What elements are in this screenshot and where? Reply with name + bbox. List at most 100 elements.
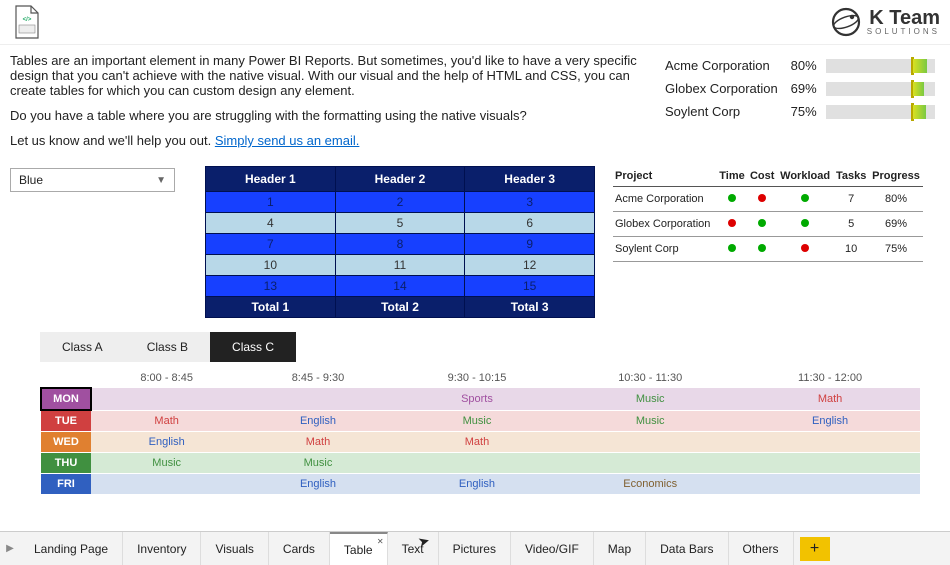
day-label: THU	[41, 453, 91, 474]
progress-bar-cell	[823, 101, 938, 122]
class-tab[interactable]: Class B	[125, 332, 210, 362]
schedule-cell: Sports	[394, 388, 561, 410]
page-tab[interactable]: Map	[594, 532, 646, 565]
project-table: ProjectTimeCostWorkloadTasksProgressAcme…	[613, 166, 923, 262]
table-cell: 8	[335, 234, 465, 255]
time-header: 11:30 - 12:00	[740, 368, 920, 388]
close-icon[interactable]: ✕	[377, 537, 384, 546]
page-tabs: ▶ Landing PageInventoryVisualsCardsTable…	[0, 531, 950, 565]
schedule-cell	[560, 432, 740, 453]
progress-bar	[826, 105, 935, 119]
schedule-row: THUMusicMusic	[41, 453, 920, 474]
page-tab[interactable]: Inventory	[123, 532, 201, 565]
schedule-cell	[91, 474, 242, 495]
proj-header: Project	[613, 166, 717, 187]
dropdown-value: Blue	[19, 173, 43, 187]
svg-text:</>: </>	[23, 17, 32, 23]
schedule-cell: Math	[91, 410, 242, 432]
table-cell: 15	[465, 276, 595, 297]
schedule-cell: Economics	[560, 474, 740, 495]
class-tab[interactable]: Class C	[210, 332, 296, 362]
progress-bar-cell	[823, 55, 938, 76]
status-dot	[758, 219, 766, 227]
table-cell: 9	[465, 234, 595, 255]
proj-header: Workload	[777, 166, 833, 187]
brand-sub: SOLUTIONS	[867, 28, 940, 36]
schedule-cell: English	[394, 474, 561, 495]
time-header: 8:00 - 8:45	[91, 368, 242, 388]
table-cell: 1	[206, 192, 336, 213]
table-cell: 14	[335, 276, 465, 297]
proj-header: Cost	[747, 166, 777, 187]
schedule-cell	[740, 453, 920, 474]
page-tab[interactable]: Video/GIF	[511, 532, 594, 565]
schedule-cell: English	[242, 410, 393, 432]
tabs-prev-icon[interactable]: ▶	[0, 543, 20, 554]
status-dot	[801, 244, 809, 252]
email-link[interactable]: Simply send us an email.	[215, 133, 360, 148]
project-row: Soylent Corp 1075%	[613, 237, 923, 262]
progress-table: Acme Corporation 80% Globex Corporation …	[660, 53, 940, 124]
page-tab[interactable]: Pictures	[439, 532, 511, 565]
progress-pct: 75%	[788, 101, 821, 122]
status-dot	[801, 194, 809, 202]
schedule-cell	[242, 388, 393, 410]
intro-p1: Tables are an important element in many …	[10, 53, 650, 98]
schedule-cell: Music	[560, 410, 740, 432]
proj-header: Time	[717, 166, 748, 187]
status-dot	[728, 244, 736, 252]
page-tab[interactable]: Others	[729, 532, 794, 565]
status-dot	[728, 219, 736, 227]
page-tab[interactable]: Visuals	[201, 532, 268, 565]
schedule-row: FRIEnglishEnglishEconomics	[41, 474, 920, 495]
page-tab[interactable]: Data Bars	[646, 532, 728, 565]
progress-bar	[826, 59, 935, 73]
schedule-cell	[740, 432, 920, 453]
schedule-row: TUEMathEnglishMusicMusicEnglish	[41, 410, 920, 432]
project-row: Acme Corporation 780%	[613, 187, 923, 212]
color-dropdown[interactable]: Blue ▼	[10, 168, 175, 192]
page-tab[interactable]: Text	[388, 532, 439, 565]
progress-name: Soylent Corp	[662, 101, 786, 122]
page-tab[interactable]: Landing Page	[20, 532, 123, 565]
time-header: 8:45 - 9:30	[242, 368, 393, 388]
schedule-cell: Math	[242, 432, 393, 453]
progress-bar	[826, 82, 935, 96]
col-header: Header 1	[206, 167, 336, 192]
table-cell: 13	[206, 276, 336, 297]
schedule-cell	[560, 453, 740, 474]
proj-header: Progress	[869, 166, 923, 187]
page-tab[interactable]: Cards	[269, 532, 330, 565]
document-icon: </>	[10, 2, 44, 42]
schedule-cell: Music	[91, 453, 242, 474]
chevron-down-icon: ▼	[156, 175, 166, 186]
schedule-cell	[394, 453, 561, 474]
schedule-table: 8:00 - 8:458:45 - 9:309:30 - 10:1510:30 …	[40, 368, 920, 495]
table-cell: 12	[465, 255, 595, 276]
table-cell: 7	[206, 234, 336, 255]
schedule-cell	[740, 474, 920, 495]
status-dot	[758, 194, 766, 202]
schedule-cell: Math	[394, 432, 561, 453]
intro-p2: Do you have a table where you are strugg…	[10, 108, 650, 123]
page-tab[interactable]: Table✕	[330, 532, 388, 565]
schedule-row: MONSportsMusicMath	[41, 388, 920, 410]
table-cell: 10	[206, 255, 336, 276]
schedule-row: WEDEnglishMathMath	[41, 432, 920, 453]
add-tab-button[interactable]: +	[800, 537, 830, 561]
day-label: MON	[41, 388, 91, 410]
table-total: Total 3	[465, 297, 595, 318]
status-dot	[801, 219, 809, 227]
schedule-cell: Math	[740, 388, 920, 410]
schedule-cell	[91, 388, 242, 410]
progress-bar-cell	[823, 78, 938, 99]
project-row: Globex Corporation 569%	[613, 212, 923, 237]
intro-p3: Let us know and we'll help you out. Simp…	[10, 133, 650, 148]
table-cell: 3	[465, 192, 595, 213]
class-tab[interactable]: Class A	[40, 332, 125, 362]
table-cell: 6	[465, 213, 595, 234]
class-tabs: Class AClass BClass C	[40, 332, 940, 362]
time-header: 9:30 - 10:15	[394, 368, 561, 388]
col-header: Header 2	[335, 167, 465, 192]
brand-logo: K Team SOLUTIONS	[831, 7, 940, 37]
